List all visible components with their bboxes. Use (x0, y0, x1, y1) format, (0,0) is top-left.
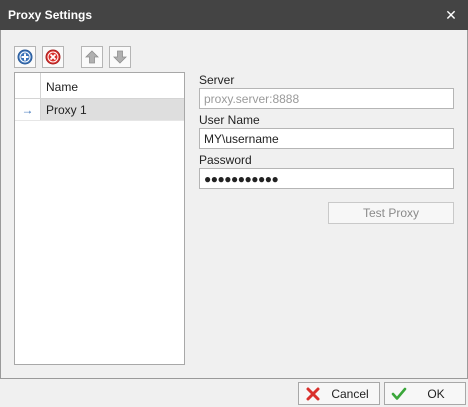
row-indicator-header (15, 73, 41, 98)
cancel-label: Cancel (331, 387, 369, 401)
proxy-name-cell[interactable]: Proxy 1 (41, 99, 184, 120)
move-down-button[interactable] (109, 46, 131, 68)
ok-label: OK (427, 387, 445, 401)
arrow-up-icon (85, 50, 99, 64)
server-label: Server (199, 73, 235, 87)
password-label: Password (199, 153, 252, 167)
ok-button[interactable]: OK (384, 382, 466, 405)
table-row[interactable]: → Proxy 1 (15, 99, 184, 121)
window-title: Proxy Settings (8, 8, 93, 22)
cancel-button[interactable]: Cancel (298, 382, 380, 405)
test-proxy-button[interactable]: Test Proxy (328, 202, 454, 224)
name-column-header[interactable]: Name (46, 80, 78, 94)
remove-circle-icon (45, 49, 61, 65)
close-icon: ✕ (445, 6, 457, 23)
close-button[interactable]: ✕ (440, 4, 462, 26)
proxy-list-grid[interactable]: Name → Proxy 1 (14, 72, 185, 365)
test-proxy-label: Test Proxy (362, 206, 419, 220)
add-circle-icon (17, 49, 33, 65)
move-up-button[interactable] (81, 46, 103, 68)
username-input[interactable] (200, 129, 453, 148)
username-label: User Name (199, 113, 260, 127)
server-input[interactable] (200, 89, 453, 108)
server-field[interactable] (199, 88, 454, 109)
proxy-name-text: Proxy 1 (46, 103, 87, 117)
add-proxy-button[interactable] (14, 46, 36, 68)
password-mask: ●●●●●●●●●●● (204, 172, 279, 186)
row-pointer-icon: → (15, 99, 41, 120)
arrow-down-icon (113, 50, 127, 64)
username-field[interactable] (199, 128, 454, 149)
title-bar: Proxy Settings ✕ (0, 0, 468, 30)
grid-header: Name (15, 73, 184, 99)
password-field[interactable]: ●●●●●●●●●●● (199, 168, 454, 189)
remove-proxy-button[interactable] (42, 46, 64, 68)
